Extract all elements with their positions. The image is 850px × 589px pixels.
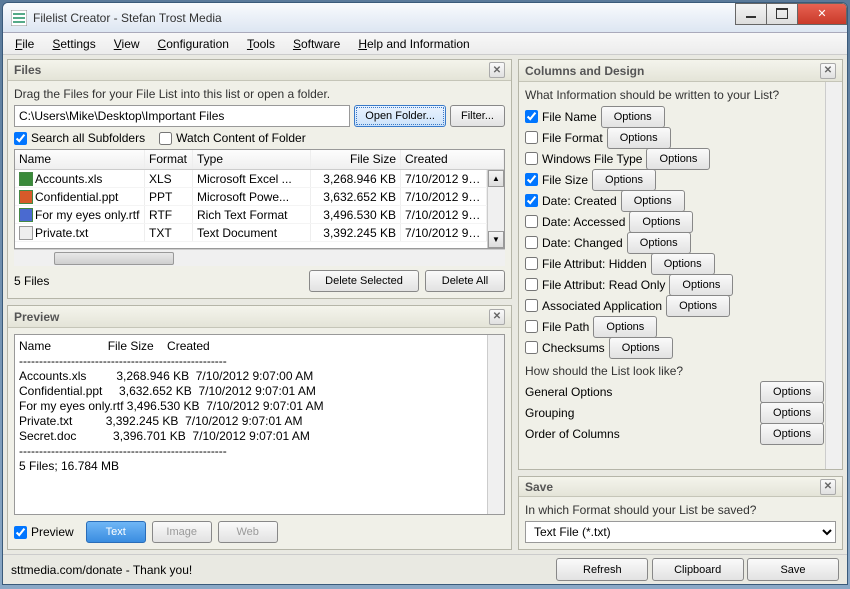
column-options-button[interactable]: Options — [592, 169, 656, 191]
look-options-button[interactable]: Options — [760, 381, 824, 403]
column-options-button[interactable]: Options — [651, 253, 715, 275]
columns-title: Columns and Design — [525, 64, 644, 78]
save-title: Save — [525, 480, 553, 494]
column-options-button[interactable]: Options — [609, 337, 673, 359]
column-checkbox[interactable]: File Path — [525, 320, 589, 334]
table-row[interactable]: Accounts.xlsXLSMicrosoft Excel ...3,268.… — [15, 170, 487, 188]
watch-content-checkbox[interactable]: Watch Content of Folder — [159, 131, 306, 145]
menu-view[interactable]: View — [106, 35, 148, 53]
files-close-icon[interactable]: ✕ — [489, 62, 505, 78]
look-options-button[interactable]: Options — [760, 423, 824, 445]
column-options-button[interactable]: Options — [627, 232, 691, 254]
save-hint: In which Format should your List be save… — [525, 503, 836, 517]
look-item-label: Grouping — [525, 406, 756, 420]
delete-selected-button[interactable]: Delete Selected — [309, 270, 419, 292]
close-button[interactable] — [797, 3, 847, 25]
folder-path-input[interactable] — [14, 105, 350, 127]
file-icon — [19, 226, 33, 240]
donate-link[interactable]: sttmedia.com/donate - Thank you! — [11, 563, 192, 577]
column-checkbox[interactable]: Checksums — [525, 341, 605, 355]
file-count: 5 Files — [14, 274, 49, 288]
look-options-button[interactable]: Options — [760, 402, 824, 424]
preview-vscrollbar[interactable] — [487, 335, 504, 514]
menu-help[interactable]: Help and Information — [350, 35, 477, 53]
column-checkbox[interactable]: File Format — [525, 131, 603, 145]
save-close-icon[interactable]: ✕ — [820, 479, 836, 495]
preview-textarea[interactable]: Name File Size Created -----------------… — [14, 334, 505, 515]
column-options-button[interactable]: Options — [646, 148, 710, 170]
columns-hint: What Information should be written to yo… — [525, 88, 824, 102]
table-hscrollbar[interactable] — [14, 249, 505, 266]
preview-web-button: Web — [218, 521, 278, 543]
col-size[interactable]: File Size — [311, 150, 401, 169]
file-icon — [19, 172, 33, 186]
col-created[interactable]: Created — [401, 150, 504, 169]
column-checkbox[interactable]: File Name — [525, 110, 597, 124]
clipboard-button[interactable]: Clipboard — [652, 558, 744, 581]
column-checkbox[interactable]: File Attribut: Read Only — [525, 278, 665, 292]
refresh-button[interactable]: Refresh — [556, 558, 648, 581]
preview-checkbox[interactable]: Preview — [14, 525, 74, 539]
search-subfolders-checkbox[interactable]: Search all Subfolders — [14, 131, 145, 145]
column-checkbox[interactable]: Date: Changed — [525, 236, 623, 250]
titlebar[interactable]: Filelist Creator - Stefan Trost Media — [3, 3, 847, 33]
column-options-button[interactable]: Options — [669, 274, 733, 296]
col-type[interactable]: Type — [193, 150, 311, 169]
filter-button[interactable]: Filter... — [450, 105, 505, 127]
col-format[interactable]: Format — [145, 150, 193, 169]
file-table[interactable]: Name Format Type File Size Created Accou… — [14, 149, 505, 249]
minimize-button[interactable] — [735, 3, 767, 25]
column-options-button[interactable]: Options — [593, 316, 657, 338]
maximize-button[interactable] — [766, 3, 798, 25]
table-row[interactable]: For my eyes only.rtfRTFRich Text Format3… — [15, 206, 487, 224]
preview-text-button[interactable]: Text — [86, 521, 146, 543]
menu-software[interactable]: Software — [285, 35, 348, 53]
menu-settings[interactable]: Settings — [44, 35, 103, 53]
delete-all-button[interactable]: Delete All — [425, 270, 505, 292]
window-title: Filelist Creator - Stefan Trost Media — [33, 11, 736, 25]
column-checkbox[interactable]: Date: Created — [525, 194, 617, 208]
column-checkbox[interactable]: File Attribut: Hidden — [525, 257, 647, 271]
app-icon — [11, 10, 27, 26]
column-options-button[interactable]: Options — [666, 295, 730, 317]
save-button[interactable]: Save — [747, 558, 839, 581]
table-row[interactable]: Confidential.pptPPTMicrosoft Powe...3,63… — [15, 188, 487, 206]
col-name[interactable]: Name — [15, 150, 145, 169]
preview-close-icon[interactable]: ✕ — [489, 309, 505, 325]
open-folder-button[interactable]: Open Folder... — [354, 105, 446, 127]
columns-vscrollbar[interactable] — [825, 82, 842, 469]
column-checkbox[interactable]: Associated Application — [525, 299, 662, 313]
preview-image-button: Image — [152, 521, 212, 543]
look-item-label: Order of Columns — [525, 427, 756, 441]
look-item-label: General Options — [525, 385, 756, 399]
files-title: Files — [14, 63, 41, 77]
file-icon — [19, 190, 33, 204]
menubar: File Settings View Configuration Tools S… — [3, 33, 847, 55]
look-hint: How should the List look like? — [525, 364, 824, 378]
table-vscrollbar[interactable]: ▲▼ — [487, 170, 504, 248]
column-checkbox[interactable]: File Size — [525, 173, 588, 187]
column-checkbox[interactable]: Windows File Type — [525, 152, 642, 166]
column-options-button[interactable]: Options — [629, 211, 693, 233]
column-options-button[interactable]: Options — [621, 190, 685, 212]
columns-close-icon[interactable]: ✕ — [820, 63, 836, 79]
table-row[interactable]: Private.txtTXTText Document3,392.245 KB7… — [15, 224, 487, 242]
column-options-button[interactable]: Options — [601, 106, 665, 128]
menu-configuration[interactable]: Configuration — [150, 35, 237, 53]
preview-title: Preview — [14, 310, 59, 324]
files-hint: Drag the Files for your File List into t… — [14, 87, 505, 101]
column-checkbox[interactable]: Date: Accessed — [525, 215, 625, 229]
save-format-select[interactable]: Text File (*.txt) — [525, 521, 836, 543]
menu-tools[interactable]: Tools — [239, 35, 283, 53]
column-options-button[interactable]: Options — [607, 127, 671, 149]
menu-file[interactable]: File — [7, 35, 42, 53]
file-icon — [19, 208, 33, 222]
